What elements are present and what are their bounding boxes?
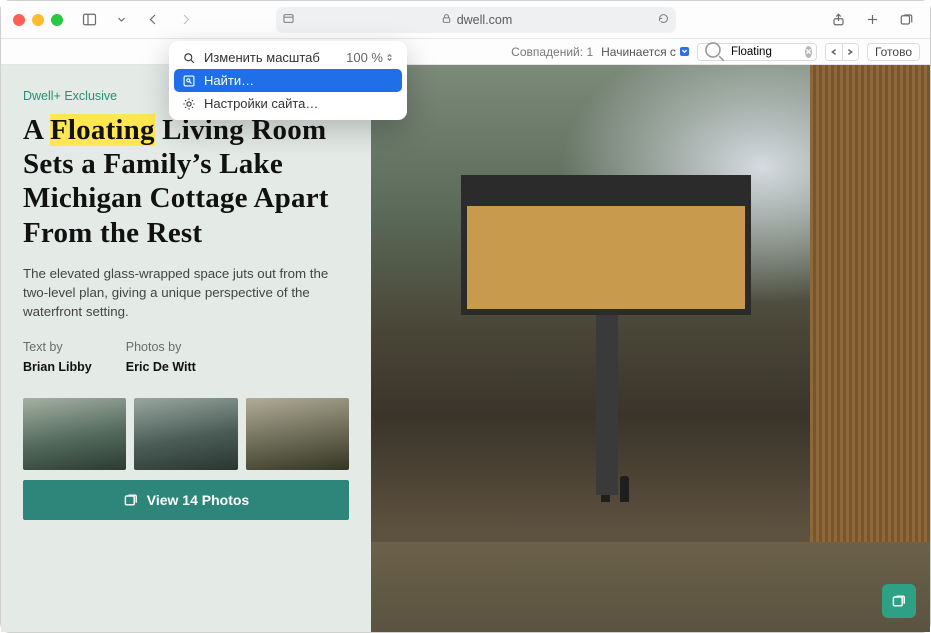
menu-item-find[interactable]: Найти…	[174, 69, 402, 92]
back-button[interactable]	[141, 9, 165, 31]
photo-thumbnails	[23, 398, 349, 470]
expand-gallery-button[interactable]	[882, 584, 916, 618]
zoom-value[interactable]: 100 %	[346, 50, 394, 65]
minimize-window-button[interactable]	[32, 14, 44, 26]
tab-overview-button[interactable]	[894, 9, 918, 31]
article-headline: A Floating Living Room Sets a Family’s L…	[23, 113, 349, 250]
hero-image[interactable]	[371, 65, 930, 632]
sidebar-toggle-button[interactable]	[77, 9, 101, 31]
window-controls	[13, 14, 63, 26]
page-settings-menu: Изменить масштаб 100 % Найти… Настройки …	[169, 41, 407, 120]
gear-icon	[182, 97, 196, 111]
thumbnail[interactable]	[246, 398, 349, 470]
thumbnail[interactable]	[134, 398, 237, 470]
search-icon	[702, 39, 727, 64]
clear-search-button[interactable]	[805, 46, 812, 58]
find-stepper	[825, 43, 859, 61]
stepper-icon	[385, 53, 394, 62]
forward-button[interactable]	[173, 9, 197, 31]
find-search-field[interactable]	[697, 43, 817, 61]
lock-icon	[440, 12, 453, 28]
share-button[interactable]	[826, 9, 850, 31]
menu-item-site-settings[interactable]: Настройки сайта…	[174, 92, 402, 115]
article-panel: Dwell+ Exclusive A Floating Living Room …	[1, 65, 371, 632]
find-done-button[interactable]: Готово	[867, 43, 920, 61]
find-bar: Совпадений: 1 Начинается с Готово	[1, 39, 930, 65]
reload-button[interactable]	[657, 12, 670, 28]
text-by-author[interactable]: Brian Libby	[23, 360, 92, 374]
browser-toolbar: dwell.com	[1, 1, 930, 39]
chevron-down-icon	[680, 47, 689, 56]
gallery-icon	[891, 593, 907, 609]
menu-item-zoom[interactable]: Изменить масштаб 100 %	[174, 46, 402, 69]
find-next-button[interactable]	[842, 44, 858, 60]
find-matches-label: Совпадений: 1	[511, 45, 593, 59]
close-window-button[interactable]	[13, 14, 25, 26]
thumbnail[interactable]	[23, 398, 126, 470]
photos-by-author[interactable]: Eric De Witt	[126, 360, 196, 374]
find-prev-button[interactable]	[826, 44, 842, 60]
tab-overview-chevron[interactable]	[109, 9, 133, 31]
find-mode-selector[interactable]: Начинается с	[601, 45, 689, 59]
zoom-window-button[interactable]	[51, 14, 63, 26]
find-highlight: Floating	[50, 114, 155, 146]
text-by-label: Text by	[23, 340, 92, 354]
page-settings-icon[interactable]	[282, 12, 295, 28]
article-lede: The elevated glass-wrapped space juts ou…	[23, 264, 349, 322]
address-bar-host: dwell.com	[457, 13, 513, 27]
view-photos-button[interactable]: View 14 Photos	[23, 480, 349, 520]
article-credits: Text by Brian Libby Photos by Eric De Wi…	[23, 340, 349, 374]
web-page-content: Dwell+ Exclusive A Floating Living Room …	[1, 65, 930, 632]
new-tab-button[interactable]	[860, 9, 884, 31]
address-bar[interactable]: dwell.com	[276, 7, 676, 33]
zoom-icon	[182, 51, 196, 65]
find-icon	[182, 74, 196, 88]
photos-by-label: Photos by	[126, 340, 196, 354]
find-search-input[interactable]	[731, 46, 801, 58]
gallery-icon	[123, 492, 139, 508]
